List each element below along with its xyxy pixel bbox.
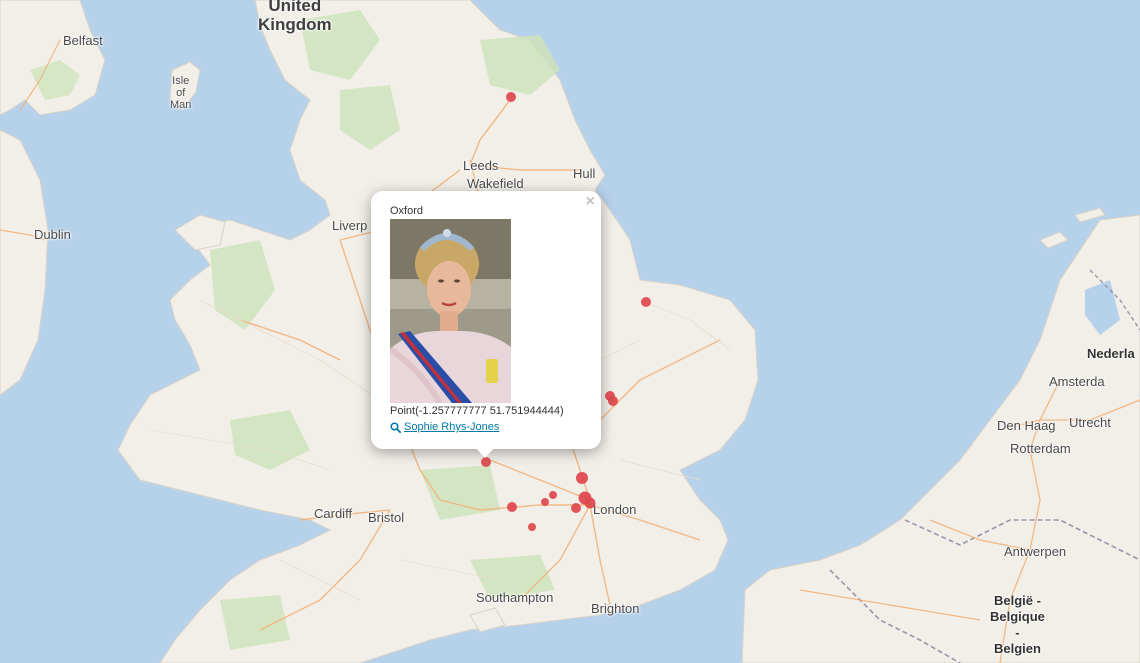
- label-leeds: Leeds: [463, 158, 499, 173]
- popup-photo[interactable]: [390, 219, 511, 403]
- popup-point-text: Point(-1.257777777 51.751944444): [390, 405, 564, 417]
- label-southampton: Southampton: [476, 590, 554, 605]
- label-belgie: België - Belgique - Belgien: [990, 593, 1045, 656]
- popup-link-label[interactable]: Sophie Rhys-Jones: [404, 421, 499, 433]
- map-marker[interactable]: [528, 523, 536, 531]
- map-marker[interactable]: [541, 498, 549, 506]
- label-belfast: Belfast: [63, 33, 103, 48]
- popup-tip: [474, 446, 496, 458]
- label-utrecht: Utrecht: [1069, 415, 1111, 430]
- popup-close-button[interactable]: ×: [586, 193, 595, 211]
- map-marker[interactable]: [549, 491, 557, 499]
- label-den-haag: Den Haag: [997, 418, 1056, 433]
- label-brighton: Brighton: [591, 601, 640, 616]
- map-canvas[interactable]: United Kingdom Belfast Isle of Man Dubli…: [0, 0, 1140, 663]
- label-liverpool: Liverp: [332, 218, 368, 233]
- marker-popup: × Oxford Point(-1.257777777 51.751944444…: [371, 191, 601, 458]
- portrait-image: [390, 219, 511, 403]
- map-marker-oxford[interactable]: [481, 457, 491, 467]
- label-antwerpen: Antwerpen: [1004, 544, 1067, 559]
- map-marker[interactable]: [571, 503, 581, 513]
- map-marker[interactable]: [506, 92, 516, 102]
- map-marker[interactable]: [576, 472, 588, 484]
- label-wakefield: Wakefield: [467, 176, 524, 191]
- label-cardiff: Cardiff: [314, 506, 353, 521]
- map-marker[interactable]: [584, 497, 596, 509]
- label-united-kingdom: United Kingdom: [258, 0, 332, 34]
- label-nederland: Nederla: [1087, 346, 1135, 361]
- label-bristol: Bristol: [368, 510, 405, 525]
- search-icon: [390, 421, 401, 433]
- map-marker[interactable]: [641, 297, 651, 307]
- popup-person-link[interactable]: Sophie Rhys-Jones: [390, 421, 499, 433]
- map-marker[interactable]: [608, 396, 618, 406]
- label-hull: Hull: [573, 166, 596, 181]
- popup-title: Oxford: [390, 205, 424, 217]
- label-amsterdam: Amsterda: [1049, 374, 1105, 389]
- label-isle-of-man: Isle of Man: [170, 75, 192, 111]
- label-rotterdam: Rotterdam: [1010, 441, 1071, 456]
- label-dublin: Dublin: [34, 227, 71, 242]
- map-marker[interactable]: [507, 502, 517, 512]
- label-london: London: [593, 502, 637, 517]
